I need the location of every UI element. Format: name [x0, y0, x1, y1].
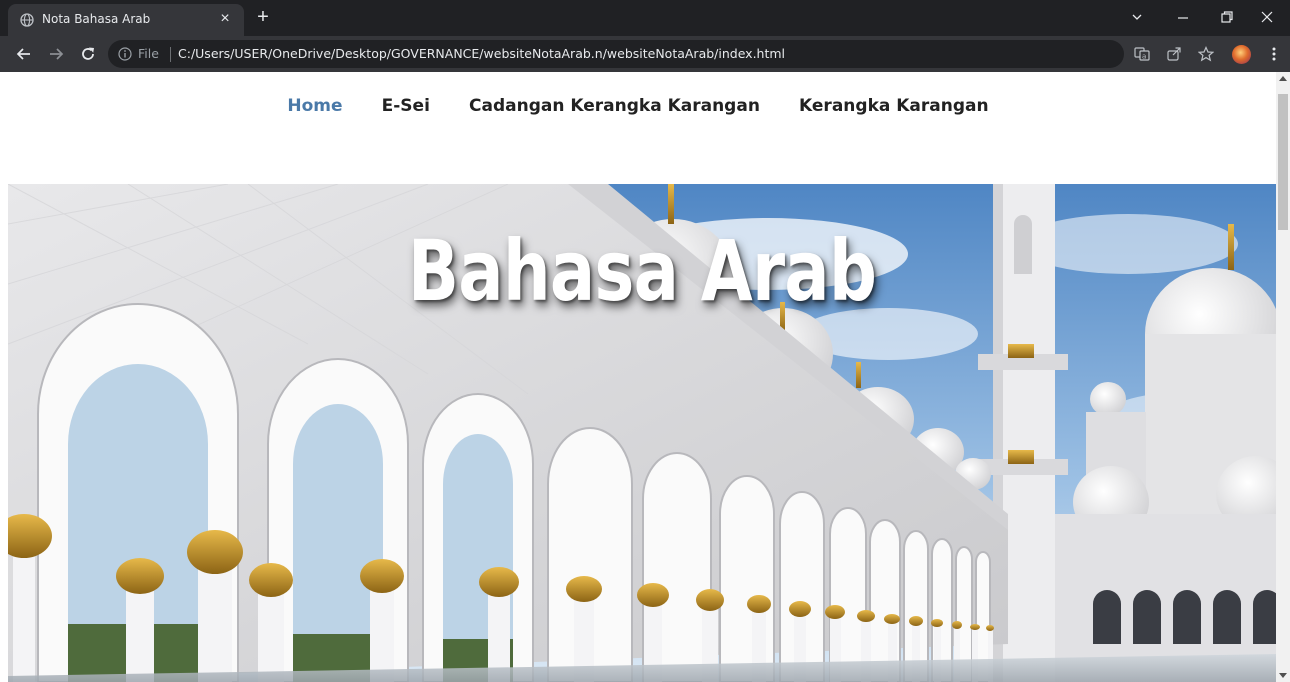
file-scheme-label: File: [138, 46, 159, 61]
address-bar[interactable]: File C:/Users/USER/OneDrive/Desktop/GOVE…: [108, 40, 1124, 68]
page-viewport: Home E-Sei Cadangan Kerangka Karangan Ke…: [0, 72, 1276, 682]
close-tab-icon[interactable]: ×: [216, 10, 234, 28]
nav-link-home[interactable]: Home: [287, 96, 342, 116]
scroll-thumb[interactable]: [1278, 94, 1288, 230]
main-nav: Home E-Sei Cadangan Kerangka Karangan Ke…: [0, 96, 1276, 126]
browser-tab-strip: Nota Bahasa Arab × +: [0, 0, 1290, 36]
svg-text:a: a: [1142, 53, 1146, 61]
hero-banner: Bahasa Arab: [8, 184, 1276, 682]
kebab-menu-icon[interactable]: [1264, 44, 1284, 64]
close-window-button[interactable]: [1244, 0, 1290, 32]
new-tab-button[interactable]: +: [252, 6, 274, 28]
bookmark-star-icon[interactable]: [1196, 44, 1216, 64]
url-separator: [170, 47, 171, 62]
nav-link-cadangan-kerangka-karangan[interactable]: Cadangan Kerangka Karangan: [469, 96, 760, 116]
tab-title: Nota Bahasa Arab: [42, 12, 151, 26]
scroll-up-arrow-icon[interactable]: [1279, 76, 1287, 81]
globe-icon: [20, 13, 34, 27]
nav-link-e-sei[interactable]: E-Sei: [382, 96, 430, 116]
info-icon[interactable]: [118, 47, 132, 61]
page-scrollbar[interactable]: [1276, 72, 1290, 682]
reload-icon[interactable]: [76, 42, 100, 66]
share-icon[interactable]: [1164, 44, 1184, 64]
tab-search-chevron-icon[interactable]: [1114, 0, 1160, 32]
profile-avatar[interactable]: [1232, 45, 1251, 64]
translate-icon[interactable]: a: [1132, 44, 1152, 64]
forward-arrow-icon[interactable]: [44, 42, 68, 66]
browser-tab[interactable]: Nota Bahasa Arab ×: [8, 4, 244, 36]
nav-link-kerangka-karangan[interactable]: Kerangka Karangan: [799, 96, 989, 116]
url-text[interactable]: C:/Users/USER/OneDrive/Desktop/GOVERNANC…: [178, 46, 785, 61]
hero-title: Bahasa Arab: [407, 222, 877, 320]
browser-toolbar: File C:/Users/USER/OneDrive/Desktop/GOVE…: [0, 36, 1290, 72]
back-arrow-icon[interactable]: [12, 42, 36, 66]
scroll-down-arrow-icon[interactable]: [1279, 673, 1287, 678]
minimize-button[interactable]: [1160, 0, 1206, 32]
